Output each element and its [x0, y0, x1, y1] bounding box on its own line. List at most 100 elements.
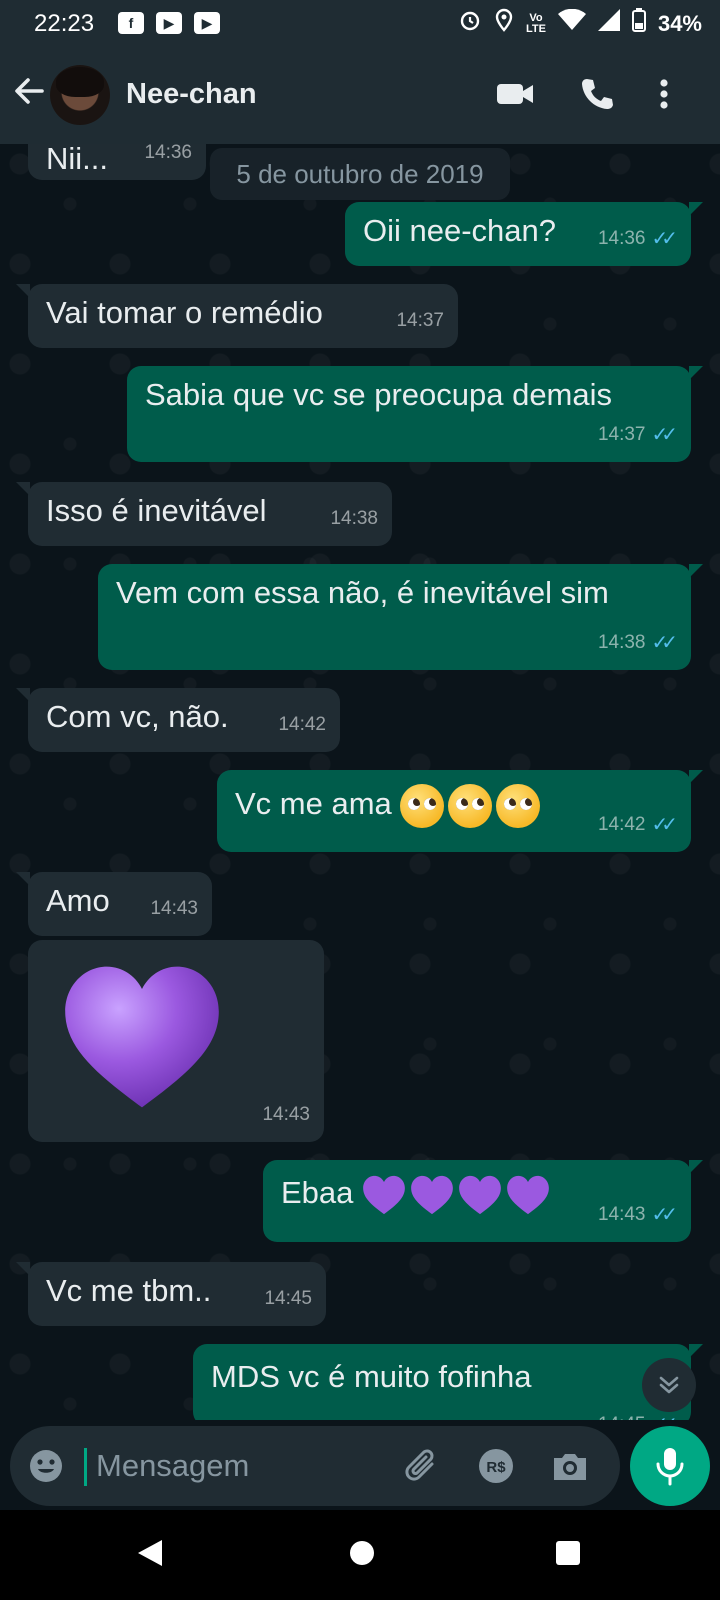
purple-heart-emoji: [459, 1175, 501, 1214]
location-icon: [494, 8, 514, 39]
payment-icon[interactable]: R$: [476, 1446, 516, 1491]
volte-bottom: LTE: [525, 22, 546, 35]
read-receipt-icon: ✓✓: [651, 424, 677, 446]
message-outgoing[interactable]: Vc me ama 14:42 ✓✓: [217, 770, 703, 852]
message-time: 14:42: [278, 714, 326, 735]
message-time: 14:45: [598, 1406, 646, 1420]
message-meta: 14:43 ✓✓: [597, 1196, 678, 1234]
message-time: 14:36: [144, 144, 192, 163]
message-text: Vc me tbm..: [46, 1273, 212, 1308]
facebook-icon: f: [118, 12, 144, 34]
nav-back-icon[interactable]: [136, 1538, 164, 1573]
contact-name[interactable]: Nee-chan: [126, 78, 257, 111]
alarm-icon: [458, 8, 482, 39]
status-time: 22:23: [34, 10, 95, 37]
microphone-icon: [656, 1448, 684, 1486]
pleading-face-emoji: [496, 784, 541, 828]
message-outgoing[interactable]: Oii nee-chan? 14:36 ✓✓: [345, 202, 703, 266]
message-time: 14:36: [597, 228, 646, 249]
message-time: 14:43: [150, 898, 198, 919]
message-incoming[interactable]: Isso é inevitável 14:38: [16, 482, 392, 546]
message-incoming[interactable]: Vai tomar o remédio 14:37: [16, 284, 458, 348]
signal-icon: [597, 9, 620, 38]
volte-indicator: Vo LTE: [525, 11, 546, 35]
volte-top: Vo: [529, 11, 543, 24]
video-call-icon[interactable]: [496, 76, 534, 117]
purple-heart-emoji: [411, 1175, 453, 1214]
battery-percent: 34%: [657, 10, 702, 36]
message-meta: 14:42: [278, 706, 326, 744]
status-bar: 22:23 f ▶ ▶ Vo LTE 34%: [0, 0, 720, 48]
message-text: Isso é inevitável: [46, 493, 267, 528]
emoji-icon[interactable]: [28, 1448, 64, 1489]
message-time: 14:42: [597, 814, 646, 835]
message-meta: 14:36: [144, 144, 192, 172]
chat-header: Nee-chan: [0, 48, 720, 144]
attach-icon[interactable]: [402, 1446, 442, 1491]
text-caret: [84, 1448, 87, 1486]
message-time: 14:38: [330, 508, 378, 529]
message-outgoing[interactable]: Sabia que vc se preocupa demais 14:37 ✓✓: [127, 366, 703, 462]
message-meta: 14:43: [150, 890, 198, 928]
message-incoming[interactable]: Nii... 14:36: [28, 144, 206, 180]
nav-recents-icon[interactable]: [554, 1538, 582, 1573]
message-incoming[interactable]: Com vc, não. 14:42: [16, 688, 340, 752]
message-list[interactable]: Nii... 14:36 5 de outubro de 2019 Oii ne…: [0, 144, 720, 1420]
message-text: Oii nee-chan?: [363, 213, 557, 248]
message-meta: 14:36 ✓✓: [597, 220, 678, 258]
message-time: 14:37: [396, 310, 444, 331]
voice-call-icon[interactable]: [580, 76, 614, 117]
read-receipt-icon: ✓✓: [651, 632, 677, 654]
message-text: Vem com essa não, é inevitável sim: [116, 575, 609, 610]
date-separator: 5 de outubro de 2019: [210, 148, 510, 200]
purple-heart-emoji: [507, 1175, 549, 1214]
scroll-to-bottom-button[interactable]: [642, 1358, 696, 1412]
youtube-icon: ▶: [156, 12, 182, 34]
message-time: 14:38: [597, 632, 646, 653]
message-time: 14:37: [597, 424, 646, 445]
message-time: 14:43: [597, 1204, 646, 1225]
avatar[interactable]: [50, 65, 110, 125]
message-meta: 14:38 ✓✓: [597, 624, 678, 662]
message-composer: R$: [10, 1426, 620, 1506]
message-meta: 14:37: [396, 302, 444, 340]
system-navigation-bar: [0, 1510, 720, 1600]
pleading-face-emoji: [400, 784, 445, 828]
message-text: Amo: [46, 883, 110, 918]
notification-icons: f ▶ ▶: [118, 12, 220, 34]
double-chevron-down-icon: [659, 1376, 679, 1394]
battery-icon: [631, 8, 646, 39]
message-incoming[interactable]: Vc me tbm.. 14:45: [16, 1262, 326, 1326]
message-time: 14:43: [262, 1104, 310, 1125]
more-options-icon[interactable]: [658, 76, 670, 117]
camera-icon[interactable]: [550, 1446, 590, 1491]
message-text: Com vc, não.: [46, 699, 229, 734]
message-text: Vc me ama: [235, 786, 392, 822]
message-incoming[interactable]: Amo 14:43: [16, 872, 212, 936]
read-receipt-icon: ✓✓: [651, 228, 677, 250]
purple-heart-emoji: [65, 966, 219, 1108]
message-text: Ebaa: [281, 1175, 354, 1210]
message-outgoing[interactable]: Vem com essa não, é inevitável sim 14:38…: [98, 564, 703, 670]
message-time: 14:45: [264, 1288, 312, 1309]
wifi-icon: [557, 8, 586, 38]
message-outgoing[interactable]: Ebaa 14:43 ✓✓: [263, 1160, 703, 1242]
message-text: Vai tomar o remédio: [46, 295, 323, 330]
youtube-icon-2: ▶: [194, 12, 220, 34]
svg-text:R$: R$: [486, 1459, 506, 1476]
back-arrow-icon[interactable]: [12, 74, 52, 118]
message-outgoing[interactable]: MDS vc é muito fofinha 14:45✓✓: [193, 1344, 703, 1420]
read-receipt-icon: ✓✓: [651, 814, 677, 836]
nav-home-icon[interactable]: [348, 1538, 376, 1573]
message-meta: 14:45: [264, 1280, 312, 1318]
message-text: Nii...: [46, 144, 108, 176]
message-meta: 14:37 ✓✓: [597, 416, 678, 454]
voice-message-button[interactable]: [630, 1426, 710, 1506]
pleading-face-emoji: [448, 784, 493, 828]
purple-heart-emoji: [363, 1175, 405, 1214]
message-text: Sabia que vc se preocupa demais: [145, 377, 613, 412]
status-right: Vo LTE 34%: [458, 8, 702, 39]
message-input[interactable]: [94, 1440, 398, 1492]
message-text: MDS vc é muito fofinha: [211, 1359, 532, 1394]
message-incoming-emoji[interactable]: 14:43: [28, 940, 324, 1142]
